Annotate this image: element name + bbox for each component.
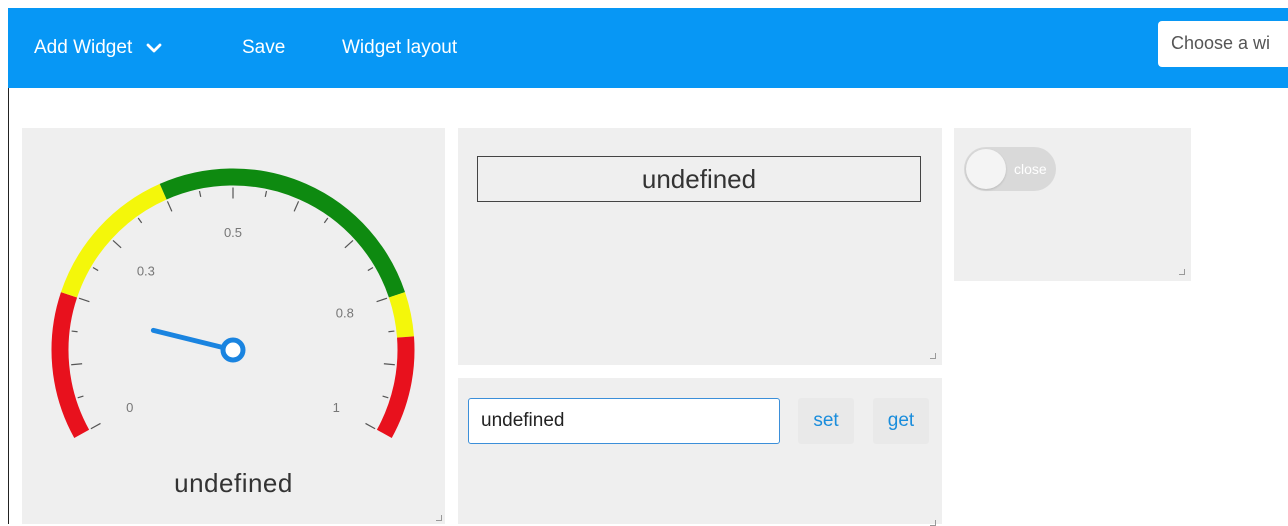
gauge-tick [388, 330, 395, 333]
choose-widget-select[interactable]: Choose a wi [1158, 21, 1288, 67]
add-widget-label: Add Widget [34, 37, 133, 58]
top-toolbar: Add Widget Save Widget layout Choose a w… [8, 8, 1288, 88]
gauge-chart: 0 0.3 0.5 0.8 1 [51, 168, 415, 438]
gauge-tick-label: 0.8 [336, 305, 354, 320]
gauge-tick [90, 422, 101, 430]
gauge-tick [376, 297, 388, 303]
save-button[interactable]: Save [242, 34, 285, 62]
gauge-tick [323, 217, 329, 224]
gauge-tick-label: 0.5 [224, 225, 242, 240]
gauge-tick [137, 217, 143, 224]
gauge-tick [92, 267, 99, 272]
resize-handle[interactable] [1179, 269, 1185, 275]
gauge-tick-label: 0 [126, 400, 133, 415]
gauge-tick [112, 239, 122, 249]
gauge-tick [344, 239, 354, 249]
gauge-tick [293, 201, 300, 212]
gauge-tick [77, 395, 84, 399]
gauge-band-5 [376, 336, 415, 438]
gauge-tick [383, 363, 395, 366]
gauge-tick [382, 395, 389, 399]
gauge-tick [367, 267, 374, 272]
gauge-tick [198, 190, 202, 197]
set-button[interactable]: set [798, 398, 854, 444]
value-input[interactable] [468, 398, 780, 444]
gauge-band-4 [388, 292, 414, 338]
resize-handle[interactable] [930, 520, 936, 526]
widget-layout-button[interactable]: Widget layout [342, 34, 457, 62]
gauge-tick-label: 0.3 [137, 263, 155, 278]
toggle-knob [966, 149, 1006, 189]
gauge-tick [166, 201, 173, 212]
gauge-tick [71, 363, 83, 366]
gauge-tick [78, 297, 90, 303]
get-button[interactable]: get [873, 398, 929, 444]
add-widget-menu[interactable]: Add Widget [34, 34, 162, 62]
gauge-tick [71, 330, 78, 333]
gauge-tick-label: 1 [333, 400, 340, 415]
switch-toggle[interactable]: close [964, 147, 1056, 191]
chevron-down-icon [146, 43, 161, 53]
input-widget: set get [458, 378, 942, 526]
window-left-border [8, 88, 9, 524]
gauge-tick [264, 190, 268, 197]
resize-handle[interactable] [930, 353, 936, 359]
display-value: undefined [477, 156, 921, 202]
resize-handle[interactable] [436, 515, 442, 521]
display-widget: undefined [458, 128, 942, 365]
toggle-label: close [1014, 161, 1047, 177]
gauge-band-3 [159, 168, 406, 298]
gauge-needle-hub [220, 337, 246, 363]
gauge-tick [365, 422, 376, 430]
gauge-widget: 0 0.3 0.5 0.8 1 undefined [22, 128, 445, 524]
gauge-value-label: undefined [174, 468, 293, 498]
toggle-widget: close [954, 128, 1191, 281]
